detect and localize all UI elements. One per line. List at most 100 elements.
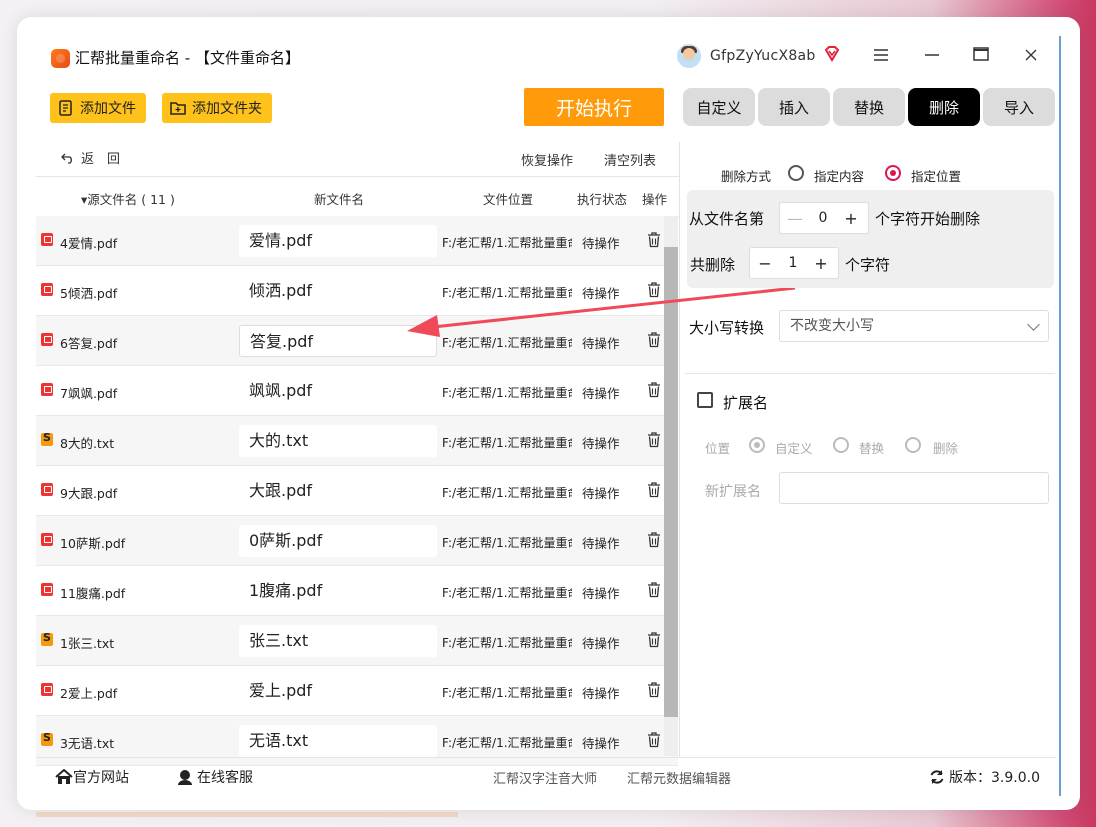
trash-icon[interactable] — [647, 632, 661, 648]
table-row[interactable]: 2爱上.pdf 爱上.pdf F:/老汇帮/1.汇帮批量重命 待操作 — [36, 666, 678, 716]
pdf-file-icon — [41, 683, 53, 696]
file-icon — [59, 100, 72, 116]
file-location: F:/老汇帮/1.汇帮批量重命 — [442, 436, 572, 450]
status-text: 待操作 — [582, 436, 620, 451]
decrement-icon[interactable]: — — [780, 209, 810, 228]
status-text: 待操作 — [582, 586, 620, 601]
ext-position-label: 位置 — [705, 441, 731, 456]
source-filename: 10萨斯.pdf — [60, 536, 126, 551]
col-source[interactable]: ▾源文件名 ( 11 ) — [81, 189, 175, 208]
website-link[interactable]: 官方网站 — [55, 767, 129, 787]
back-button[interactable]: 返回 — [61, 148, 133, 167]
radio-specified-content[interactable] — [788, 165, 804, 181]
tab-insert[interactable]: 插入 — [758, 88, 830, 126]
trash-icon[interactable] — [647, 732, 661, 748]
table-row[interactable]: 3无语.txt 无语.txt F:/老汇帮/1.汇帮批量重命待操作 — [36, 716, 678, 766]
divider — [685, 373, 1055, 374]
window-title: 汇帮批量重命名 - 【文件重命名】 — [75, 49, 300, 67]
file-location: F:/老汇帮/1.汇帮批量重命 — [442, 586, 572, 600]
radio-ext-custom[interactable] — [749, 437, 765, 453]
radio-ext-delete-label: 删除 — [933, 441, 959, 456]
trash-icon[interactable] — [647, 682, 661, 698]
case-select[interactable]: 不改变大小写 — [779, 310, 1049, 342]
annotation-arrow-icon — [407, 286, 796, 337]
col-new: 新文件名 — [314, 192, 365, 207]
close-icon[interactable] — [1020, 45, 1042, 67]
source-filename: 4爱情.pdf — [60, 236, 118, 251]
delete-count-value[interactable]: 1 — [780, 255, 806, 271]
new-filename-input[interactable]: 大跟.pdf — [239, 475, 437, 507]
new-extension-input[interactable] — [779, 472, 1049, 504]
clear-list-button[interactable]: 清空列表 — [604, 150, 656, 169]
radio-ext-delete[interactable] — [905, 437, 921, 453]
table-row[interactable]: 9大跟.pdf 大跟.pdf F:/老汇帮/1.汇帮批量重命 待操作 — [36, 466, 678, 516]
table-row[interactable]: 1张三.txt 张三.txt F:/老汇帮/1.汇帮批量重命待操作 — [36, 616, 678, 666]
from-position-value[interactable]: 0 — [810, 210, 836, 226]
radio-ext-replace[interactable] — [833, 437, 849, 453]
new-filename-input[interactable]: 飒飒.pdf — [239, 375, 437, 407]
trash-icon[interactable] — [647, 382, 661, 398]
minimize-icon[interactable] — [921, 45, 943, 67]
extension-checkbox[interactable] — [697, 392, 713, 408]
table-row[interactable]: 10萨斯.pdf 0萨斯.pdf F:/老汇帮/1.汇帮批量重命 待操作 — [36, 516, 678, 566]
file-location: F:/老汇帮/1.汇帮批量重命 — [442, 736, 572, 750]
support-label: 在线客服 — [197, 770, 253, 786]
username[interactable]: GfpZyYucX8ab — [710, 48, 816, 64]
radio-ext-custom-label: 自定义 — [775, 441, 813, 456]
trash-icon[interactable] — [647, 482, 661, 498]
avatar[interactable] — [677, 44, 701, 68]
trash-icon[interactable] — [647, 532, 661, 548]
restore-button[interactable]: 恢复操作 — [521, 150, 573, 169]
support-link[interactable]: 在线客服 — [176, 767, 253, 787]
tab-custom[interactable]: 自定义 — [683, 88, 755, 126]
new-filename-input[interactable]: 大的.txt — [239, 425, 437, 457]
tab-replace[interactable]: 替换 — [833, 88, 905, 126]
panel-divider — [679, 142, 680, 757]
table-row[interactable]: 8大的.txt 大的.txt F:/老汇帮/1.汇帮批量重命待操作 — [36, 416, 678, 466]
radio-specified-position[interactable] — [885, 165, 901, 181]
table-row[interactable]: 7飒飒.pdf 飒飒.pdf F:/老汇帮/1.汇帮批量重命 待操作 — [36, 366, 678, 416]
from-position-stepper[interactable]: — 0 + — [779, 202, 869, 234]
txt-file-icon — [41, 631, 53, 646]
new-filename-input[interactable]: 爱情.pdf — [239, 225, 437, 257]
table-row[interactable]: 11腹痛.pdf 1腹痛.pdf F:/老汇帮/1.汇帮批量重命 待操作 — [36, 566, 678, 616]
pdf-file-icon — [41, 583, 53, 596]
add-folder-button[interactable]: 添加文件夹 — [162, 93, 272, 123]
maximize-icon[interactable] — [970, 45, 992, 67]
new-filename-input[interactable]: 无语.txt — [239, 725, 437, 757]
new-filename-input[interactable]: 1腹痛.pdf — [239, 575, 437, 607]
delete-count-stepper[interactable]: − 1 + — [749, 247, 839, 279]
trash-icon[interactable] — [647, 432, 661, 448]
source-filename: 8大的.txt — [60, 436, 115, 451]
decrement-icon[interactable]: − — [750, 254, 780, 273]
increment-icon[interactable]: + — [806, 254, 836, 273]
file-location: F:/老汇帮/1.汇帮批量重命 — [442, 686, 572, 700]
start-button[interactable]: 开始执行 — [524, 88, 664, 126]
menu-icon[interactable] — [870, 45, 892, 67]
new-filename-input[interactable]: 张三.txt — [239, 625, 437, 657]
col-location: 文件位置 — [483, 192, 534, 207]
source-filename: 11腹痛.pdf — [60, 586, 126, 601]
version-info[interactable]: 版本：3.9.0.0 — [929, 767, 1040, 787]
footer-link-metadata[interactable]: 汇帮元数据编辑器 — [627, 768, 731, 787]
status-text: 待操作 — [582, 536, 620, 551]
new-filename-input[interactable]: 0萨斯.pdf — [239, 525, 437, 557]
divider — [36, 176, 679, 177]
add-file-button[interactable]: 添加文件 — [50, 93, 146, 123]
home-icon — [55, 769, 73, 784]
tab-delete[interactable]: 删除 — [908, 88, 980, 126]
trash-icon[interactable] — [647, 232, 661, 248]
tab-import[interactable]: 导入 — [983, 88, 1055, 126]
footer-link-pinyin[interactable]: 汇帮汉字注音大师 — [493, 768, 597, 787]
new-filename-input[interactable]: 爱上.pdf — [239, 675, 437, 707]
increment-icon[interactable]: + — [836, 209, 866, 228]
add-folder-label: 添加文件夹 — [192, 101, 262, 117]
pdf-file-icon — [41, 233, 53, 246]
trash-icon[interactable] — [647, 582, 661, 598]
decorative-line — [1059, 36, 1061, 796]
pdf-file-icon — [41, 483, 53, 496]
vip-diamond-icon[interactable] — [823, 45, 841, 63]
source-filename: 7飒飒.pdf — [60, 386, 118, 401]
table-row[interactable]: 4爱情.pdf 爱情.pdf F:/老汇帮/1.汇帮批量重命 待操作 — [36, 216, 678, 266]
case-label: 大小写转换 — [689, 319, 765, 337]
